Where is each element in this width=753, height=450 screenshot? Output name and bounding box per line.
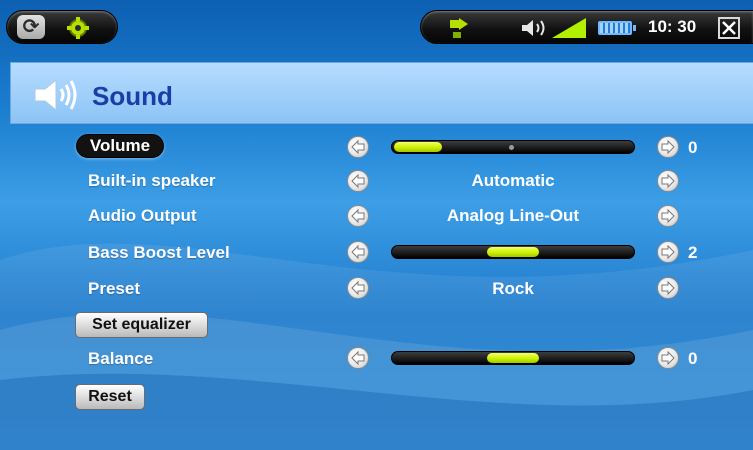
builtin-speaker-label: Built-in speaker	[88, 171, 216, 190]
arrow-left-icon	[351, 280, 365, 296]
bass-boost-slider[interactable]	[391, 245, 635, 259]
volume-increase-button[interactable]	[657, 136, 679, 158]
bass-boost-slider-thumb	[487, 247, 539, 257]
audio-output-prev-button[interactable]	[347, 205, 369, 227]
bass-boost-value: 2	[688, 243, 698, 262]
page-title: Sound	[92, 81, 173, 111]
preset-next-button[interactable]	[657, 277, 679, 299]
sync-icon[interactable]: ⟳	[17, 15, 45, 39]
bass-boost-increase-button[interactable]	[657, 241, 679, 263]
volume-decrease-button[interactable]	[347, 136, 369, 158]
set-equalizer-button[interactable]: Set equalizer	[75, 312, 208, 338]
arrow-right-icon	[661, 280, 675, 296]
volume-slider-marker	[509, 145, 514, 150]
builtin-speaker-prev-button[interactable]	[347, 170, 369, 192]
arrow-right-icon	[661, 173, 675, 189]
balance-value: 0	[688, 349, 698, 368]
bass-boost-decrease-button[interactable]	[347, 241, 369, 263]
settings-icon[interactable]	[64, 16, 92, 40]
speaker-icon	[34, 78, 77, 112]
volume-slider-fill	[394, 142, 442, 152]
close-icon[interactable]	[718, 17, 740, 39]
arrow-right-icon	[661, 244, 675, 260]
audio-output-next-button[interactable]	[657, 205, 679, 227]
balance-slider[interactable]	[391, 351, 635, 365]
arrow-left-icon	[351, 208, 365, 224]
volume-value: 0	[688, 138, 698, 157]
connection-icon	[450, 18, 468, 38]
battery-icon	[598, 21, 636, 35]
arrow-right-icon	[661, 208, 675, 224]
preset-label: Preset	[88, 279, 140, 298]
balance-right-button[interactable]	[657, 347, 679, 369]
volume-slider[interactable]	[391, 140, 635, 154]
audio-output-value: Analog Line-Out	[446, 206, 580, 225]
arrow-right-icon	[661, 350, 675, 366]
volume-label[interactable]: Volume	[76, 134, 164, 158]
bass-boost-label: Bass Boost Level	[88, 243, 230, 262]
preset-prev-button[interactable]	[347, 277, 369, 299]
arrow-left-icon	[351, 244, 365, 260]
arrow-left-icon	[351, 173, 365, 189]
reset-button[interactable]: Reset	[75, 384, 145, 410]
builtin-speaker-next-button[interactable]	[657, 170, 679, 192]
arrow-left-icon	[351, 139, 365, 155]
arrow-right-icon	[661, 139, 675, 155]
arrow-left-icon	[351, 350, 365, 366]
preset-value: Rock	[492, 279, 534, 298]
speaker-icon	[522, 20, 545, 36]
audio-output-label: Audio Output	[88, 206, 197, 225]
builtin-speaker-value: Automatic	[471, 171, 555, 190]
balance-left-button[interactable]	[347, 347, 369, 369]
signal-icon	[552, 18, 586, 38]
balance-label: Balance	[88, 349, 154, 368]
balance-slider-thumb	[487, 353, 539, 363]
clock: 10: 30	[648, 17, 697, 36]
